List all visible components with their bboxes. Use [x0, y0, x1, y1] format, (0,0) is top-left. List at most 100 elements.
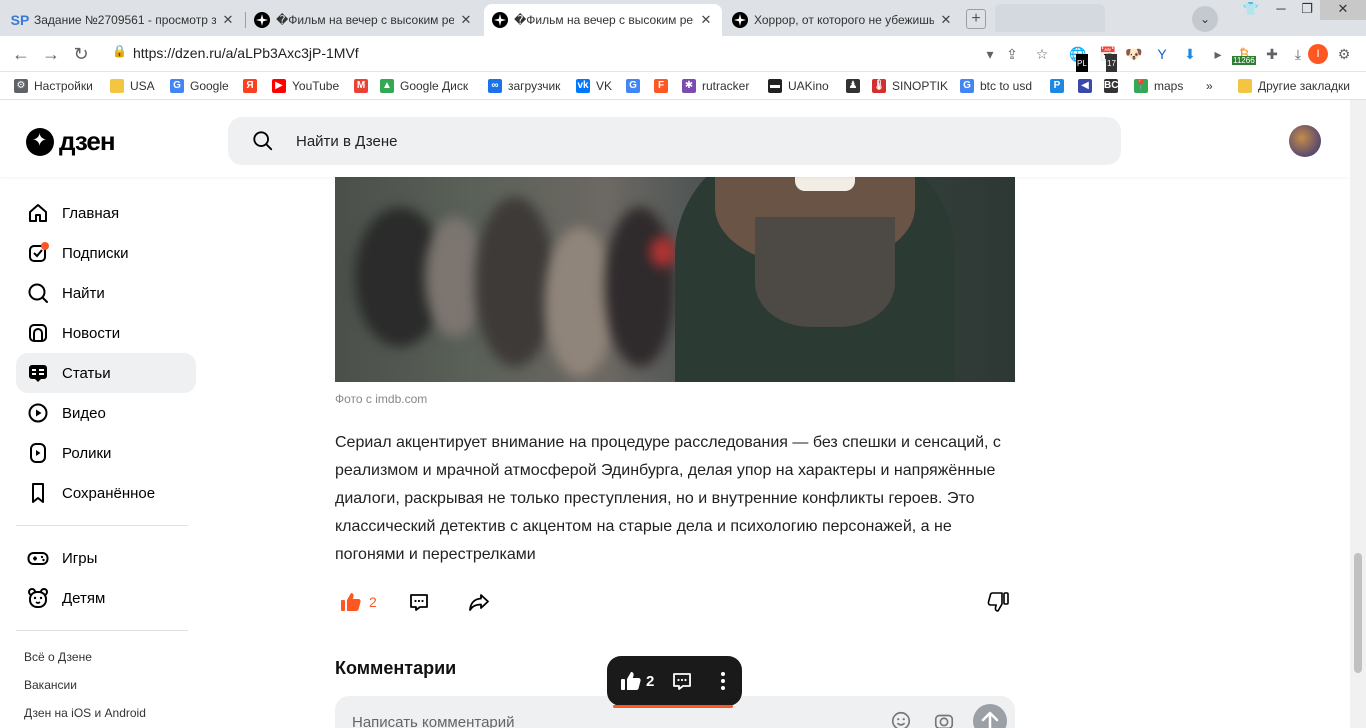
comment-icon	[410, 594, 428, 611]
bookmark-vk[interactable]: vk VK	[576, 78, 612, 94]
sidebar-item-kids[interactable]: Детям	[16, 578, 196, 618]
bookmark-translate[interactable]: G	[626, 78, 646, 94]
bookmark-bc[interactable]: BC	[1104, 78, 1124, 94]
camera-icon[interactable]	[933, 710, 955, 728]
translate-icon: G	[626, 79, 640, 93]
dzen-logo[interactable]: дзен	[26, 126, 116, 157]
sidebar-item-home[interactable]: Главная	[16, 193, 196, 233]
bookmark-f[interactable]: F	[654, 78, 674, 94]
thermometer-icon: 🌡	[872, 79, 886, 93]
share-icon	[469, 594, 489, 611]
sidebar-item-games[interactable]: Игры	[16, 538, 196, 578]
minimize-icon[interactable]: ─	[1268, 0, 1294, 20]
puzzle-icon[interactable]: ✚	[1262, 44, 1282, 64]
close-icon[interactable]: ✕	[220, 12, 236, 28]
sidebar-item-search[interactable]: Найти	[16, 273, 196, 313]
scroll-thumb[interactable]	[1354, 553, 1362, 673]
floating-more-button[interactable]	[711, 669, 735, 693]
sidebar: Главная Подписки Найти Новости Статьи Ви…	[16, 193, 196, 727]
calendar-icon[interactable]: 📅17	[1098, 44, 1118, 74]
search-placeholder: Найти в Дзене	[296, 133, 398, 150]
tab-film-2-active[interactable]: �Фильм на вечер с высоким рей ✕	[484, 4, 722, 36]
close-icon[interactable]: ✕	[938, 12, 954, 28]
like-button[interactable]: 2	[339, 590, 377, 614]
other-bookmarks[interactable]: Другие закладки	[1238, 78, 1350, 94]
bookmark-yandex[interactable]: Я	[243, 78, 263, 94]
bookmark-youtube[interactable]: ▶ YouTube	[272, 78, 339, 94]
close-icon[interactable]: ✕	[698, 12, 714, 28]
bookmarks-more-button[interactable]: »	[1206, 78, 1213, 94]
close-window-icon[interactable]: ✕	[1320, 0, 1366, 20]
settings-gear-icon[interactable]: ⚙	[1334, 44, 1354, 64]
article-actions: 2	[335, 590, 1015, 620]
scrollbar[interactable]	[1350, 100, 1366, 728]
bookmark-sinoptik[interactable]: 🌡 SINOPTIK	[872, 78, 948, 94]
bookmark-uakino[interactable]: ▬ UAKino	[768, 78, 829, 94]
bookmark-gmail[interactable]: M	[354, 78, 374, 94]
reload-icon[interactable]: ↻	[70, 44, 92, 64]
sidebar-item-video[interactable]: Видео	[16, 393, 196, 433]
tab-film-1[interactable]: �Фильм на вечер с высоким рей ✕	[246, 4, 482, 36]
tab-search-icon[interactable]: ⌄	[1192, 6, 1218, 32]
profile-avatar[interactable]: I	[1308, 44, 1328, 64]
bookmark-btc-to-usd[interactable]: Gbtc to usd	[960, 78, 1032, 94]
bookmark-arrow-left[interactable]: ◀	[1078, 78, 1098, 94]
bookmark-p[interactable]: P	[1050, 78, 1070, 94]
floating-like-button[interactable]: 2	[619, 669, 654, 693]
p-icon: P	[1050, 79, 1064, 93]
send-button[interactable]	[973, 704, 1007, 728]
globe-pl-icon[interactable]: 🌐PL	[1068, 44, 1088, 74]
share-icon[interactable]: ⇪	[1002, 44, 1022, 64]
tab-horror[interactable]: Хоррор, от которого не убежишь ✕	[724, 4, 962, 36]
bookmark-google[interactable]: G Google	[170, 78, 229, 94]
bookmark-maps[interactable]: 📍 maps	[1134, 78, 1183, 94]
star-icon[interactable]: ☆	[1032, 44, 1052, 64]
lock-icon[interactable]: 🔒	[112, 44, 127, 58]
downloads-icon[interactable]: ⤓	[1288, 44, 1308, 64]
emoji-icon[interactable]	[890, 710, 912, 728]
forward-icon[interactable]: →	[40, 44, 62, 64]
comment-button[interactable]	[407, 590, 431, 614]
download-ext-icon[interactable]: ⬇	[1180, 44, 1200, 64]
sidebar-item-saved[interactable]: Сохранённое	[16, 473, 196, 513]
v-extension-icon[interactable]: Y	[1152, 44, 1172, 64]
sidebar-item-label: Статьи	[62, 364, 111, 382]
url-field[interactable]: https://dzen.ru/a/aLPb3Axc3jP-1MVf	[133, 45, 359, 61]
share-button[interactable]	[467, 590, 491, 614]
dog-icon[interactable]: 🐶	[1124, 44, 1144, 64]
bookmark-google-диск[interactable]: ▲ Google Диск	[380, 78, 468, 94]
sidebar-item-subscriptions[interactable]: Подписки	[16, 233, 196, 273]
floating-comment-button[interactable]	[670, 669, 694, 693]
bitcoin-icon[interactable]: ₿ 11266	[1232, 44, 1256, 65]
bookmark-usa[interactable]: USA	[110, 78, 155, 94]
sidebar-item-articles[interactable]: Статьи	[16, 353, 196, 393]
bookmark-rutracker[interactable]: ✱ rutracker	[682, 78, 749, 94]
back-icon[interactable]: ←	[10, 44, 32, 64]
tab-task[interactable]: SP Задание №2709561 - просмотр з ✕	[4, 4, 244, 36]
site-header: дзен Найти в Дзене	[0, 100, 1350, 177]
logo-text: дзен	[59, 126, 116, 156]
search-input[interactable]: Найти в Дзене	[228, 117, 1121, 165]
dislike-button[interactable]	[986, 590, 1010, 614]
dzen-logo-icon	[26, 127, 54, 156]
bookmark-person[interactable]: ♟	[846, 78, 866, 94]
close-icon[interactable]: ✕	[458, 12, 474, 28]
terminal-icon[interactable]: ▸	[1208, 44, 1228, 64]
other-bookmarks-label: Другие закладки	[1258, 79, 1350, 93]
footer-link-about[interactable]: Всё о Дзене	[16, 643, 196, 671]
bookmark-настройки[interactable]: ⚙ Настройки	[14, 78, 93, 94]
footer-link-jobs[interactable]: Вакансии	[16, 671, 196, 699]
dropdown-icon[interactable]: ▾	[980, 44, 1000, 64]
gear-icon: ⚙	[14, 79, 28, 93]
user-avatar[interactable]	[1289, 125, 1321, 157]
sidebar-item-news[interactable]: Новости	[16, 313, 196, 353]
new-tab-button[interactable]: +	[966, 9, 986, 29]
tshirt-icon[interactable]: 👕	[1238, 0, 1264, 20]
f-icon: F	[654, 79, 668, 93]
bookmark-загрузчик[interactable]: ∞ загрузчик	[488, 78, 560, 94]
home-icon	[29, 204, 47, 222]
sidebar-item-shorts[interactable]: Ролики	[16, 433, 196, 473]
restore-icon[interactable]: ❐	[1294, 0, 1320, 20]
comments-title: Комментарии	[335, 658, 457, 678]
footer-link-apps[interactable]: Дзен на iOS и Android	[16, 699, 196, 727]
